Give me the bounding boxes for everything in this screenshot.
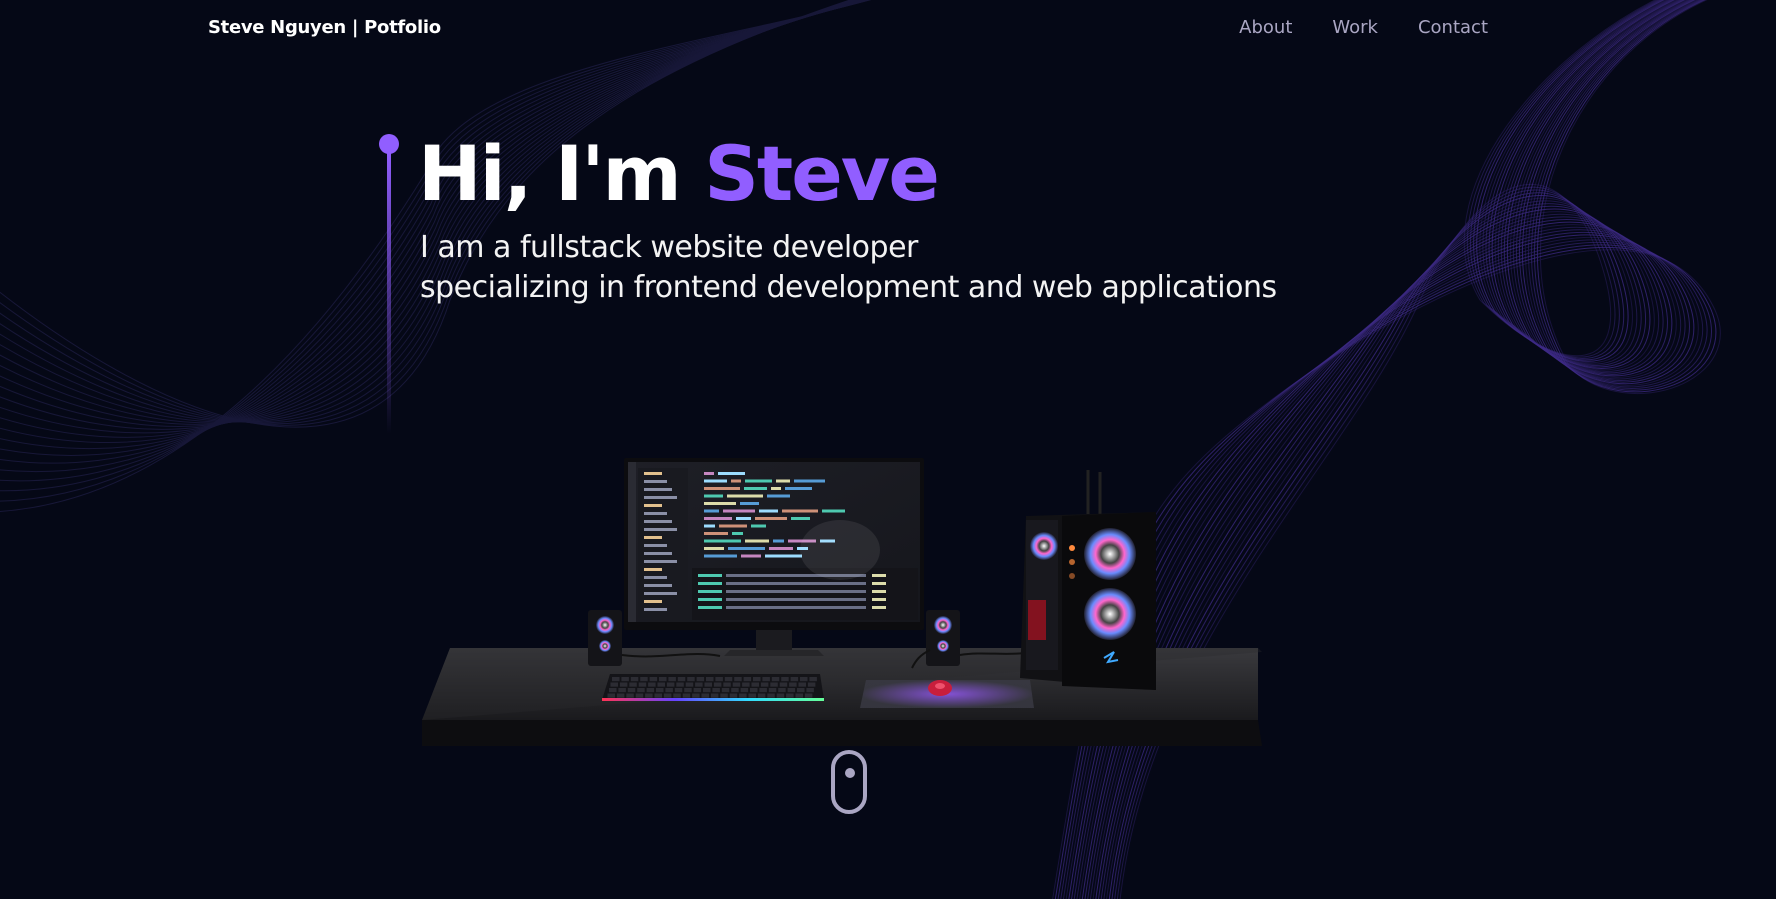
- fan-side-icon: [1030, 532, 1058, 560]
- nav-link-work[interactable]: Work: [1332, 17, 1378, 38]
- brand-logo-text[interactable]: Steve Nguyen | Potfolio: [208, 17, 441, 38]
- fan-front-top-icon: [1084, 528, 1136, 580]
- nav-link-contact[interactable]: Contact: [1418, 17, 1488, 38]
- nav-link-about[interactable]: About: [1239, 17, 1292, 38]
- hero-subtitle-line2: specializing in frontend development and…: [420, 270, 1277, 305]
- hero-title-prefix: Hi, I'm: [418, 129, 705, 218]
- mouse-scroll-icon[interactable]: [831, 750, 867, 814]
- hero-subtitle: I am a fullstack website developer speci…: [420, 228, 1277, 308]
- scroll-dot: [845, 768, 855, 778]
- fan-front-bottom-icon: [1084, 588, 1136, 640]
- hero-title-name: Steve: [704, 129, 940, 218]
- desk-edge: [422, 720, 1262, 746]
- navbar: Steve Nguyen | Potfolio About Work Conta…: [0, 0, 1776, 58]
- marker-dot-icon: [379, 134, 399, 154]
- marker-line: [387, 152, 391, 434]
- page: Steve Nguyen | Potfolio About Work Conta…: [0, 0, 1776, 899]
- hero-marker: [379, 134, 401, 434]
- nav-links: About Work Contact: [1239, 17, 1488, 38]
- hero-title: Hi, I'm Steve: [418, 124, 940, 224]
- desk-setup-illustration: [422, 458, 1262, 746]
- hero-subtitle-line1: I am a fullstack website developer: [420, 230, 918, 265]
